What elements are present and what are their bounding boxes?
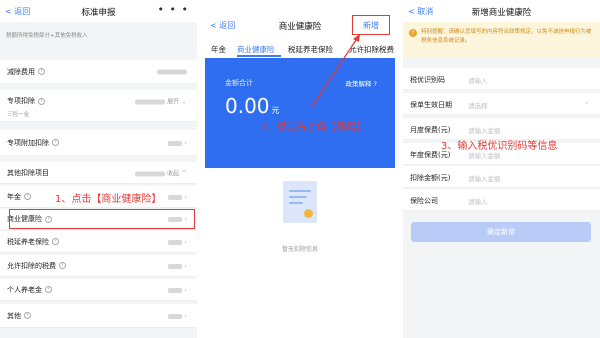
chevron-right-icon: › (585, 99, 588, 107)
help-icon[interactable]: ? (45, 286, 52, 293)
step2-annotation: 2、点击右上角【新增】 (260, 122, 367, 133)
more-icon[interactable]: • • • (158, 3, 189, 16)
field-label: 税优识别码 (410, 76, 445, 84)
row-sublabel: 三险一金 (7, 112, 30, 118)
income-note: 税额所得免税部分+其他免税收入 (0, 24, 197, 46)
nav-bar: < 返回 标准申报 • • • (0, 0, 197, 22)
chevron-right-icon: › (184, 285, 187, 294)
masked-value (168, 239, 183, 245)
masked-value (168, 287, 183, 293)
row-label: 专项附加扣除 (7, 138, 49, 147)
collapse-link[interactable]: 收起 (167, 170, 179, 177)
other-deduction-header[interactable]: 其他扣除项目 收起 ^ (0, 162, 197, 184)
field-label: 扣除金额(元) (410, 174, 451, 182)
field-tax-code[interactable]: 税优识别码 请输入 (403, 68, 600, 90)
deduction-expense-row[interactable]: 减除费用? (0, 60, 197, 84)
help-icon[interactable]: ? (52, 139, 59, 146)
insurer-input[interactable]: 请输入 (468, 196, 488, 206)
warning-banner: ! 特别提醒：请确认您填写的内容符合政策规定。以免不诚信申报行为被税务信息系统记… (403, 22, 600, 58)
chevron-right-icon: › (184, 311, 187, 320)
masked-value (135, 171, 166, 176)
chevron-down-icon: ⌄ (181, 97, 187, 106)
highlight-box (9, 209, 195, 229)
row-label: 专项扣除 (7, 97, 35, 105)
help-icon[interactable]: ? (38, 68, 45, 75)
row-label: 年金 (7, 192, 21, 201)
item-deductible-taxes[interactable]: 允许扣除的税费? › (0, 255, 197, 277)
step3-annotation: 3、输入税优识别码等信息 (441, 141, 558, 152)
field-deduction-amount[interactable]: 扣除金额(元) 请输入金额 (403, 166, 600, 188)
masked-value (157, 69, 187, 74)
item-other[interactable]: 其他? › (0, 304, 197, 328)
monthly-premium-input[interactable]: 请输入金额 (468, 125, 501, 135)
masked-value (168, 140, 183, 146)
warning-text: 特别提醒：请确认您填写的内容符合政策规定。以免不诚信申报行为被税务信息系统记录。 (421, 29, 592, 44)
field-insurer[interactable]: 保险公司 请输入 (403, 189, 600, 211)
nav-bar: < 取消 新增商业健康险 (403, 0, 600, 22)
page-title: 新增商业健康险 (471, 8, 532, 18)
masked-value (168, 313, 183, 319)
field-effective-date[interactable]: 保单生效日期 请选择 › (403, 93, 600, 115)
commercial-health-insurance-screen: < 返回 商业健康险 新增 年金 商业健康险 税延养老保险 允许扣除税费 金额合… (205, 0, 395, 338)
chevron-right-icon: › (184, 237, 187, 246)
row-label: 税延养老保险 (7, 237, 49, 246)
row-label: 个人养老金 (7, 285, 42, 294)
tax-code-input[interactable]: 请输入 (468, 75, 488, 85)
chevron-right-icon: › (184, 138, 187, 147)
help-icon[interactable]: ? (38, 97, 45, 105)
chevron-right-icon: › (184, 261, 187, 270)
field-label: 月度保费(元) (410, 126, 451, 134)
help-icon[interactable]: ? (59, 262, 66, 269)
item-personal-pension[interactable]: 个人养老金? › (0, 279, 197, 301)
standard-declaration-screen: < 返回 标准申报 • • • 税额所得免税部分+其他免税收入 减除费用? 专项… (0, 0, 197, 338)
add-health-insurance-screen: < 取消 新增商业健康险 ! 特别提醒：请确认您填写的内容符合政策规定。以免不诚… (403, 0, 600, 338)
special-deduction-row[interactable]: 专项扣除? 三险一金 展开 ⌄ (0, 90, 197, 122)
step1-annotation: 1、点击【商业健康险】 (55, 194, 162, 205)
expand-link[interactable]: 展开 (167, 99, 179, 106)
masked-value (168, 263, 183, 269)
annotation-arrow (310, 33, 361, 109)
help-icon[interactable]: ? (24, 193, 31, 200)
masked-value (135, 99, 166, 105)
field-label: 保险公司 (410, 197, 438, 205)
row-label: 其他 (7, 311, 21, 320)
row-label: 其他扣除项目 (7, 168, 49, 177)
chevron-up-icon: ^ (181, 169, 187, 177)
warning-icon: ! (409, 29, 417, 37)
special-additional-row[interactable]: 专项附加扣除? › (0, 130, 197, 156)
row-label: 允许扣除的税费 (7, 261, 56, 270)
confirm-add-button[interactable]: 确定新增 (411, 222, 591, 242)
item-tax-deferred-pension[interactable]: 税延养老保险? › (0, 231, 197, 253)
chevron-right-icon: › (184, 192, 187, 201)
masked-value (168, 194, 183, 200)
deduction-amount-input[interactable]: 请输入金额 (468, 173, 501, 183)
field-label: 保单生效日期 (410, 101, 452, 109)
row-label: 减除费用 (7, 67, 35, 76)
effective-date-select[interactable]: 请选择 (468, 100, 488, 110)
help-icon[interactable]: ? (52, 238, 59, 245)
help-icon[interactable]: ? (24, 312, 31, 319)
